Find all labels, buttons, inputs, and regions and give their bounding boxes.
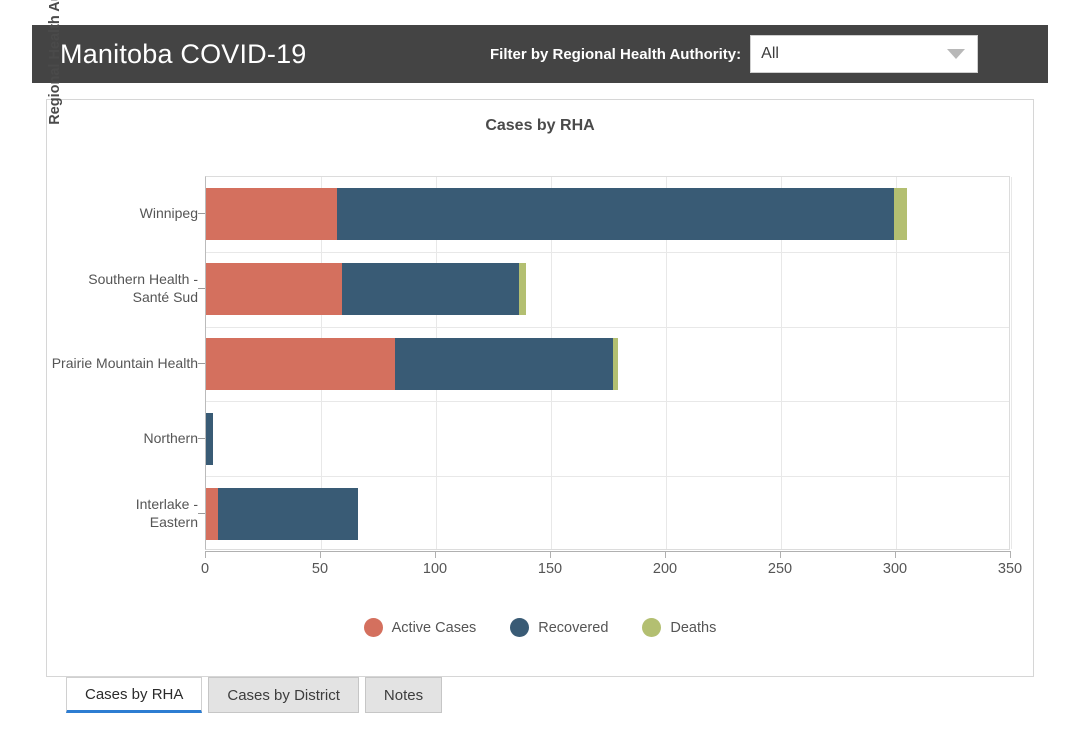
bar-row[interactable]	[206, 487, 358, 540]
tab-notes[interactable]: Notes	[364, 677, 443, 713]
bar-row[interactable]	[206, 188, 908, 241]
legend-swatch-icon	[642, 618, 662, 637]
legend-item[interactable]: Active Cases	[363, 618, 477, 637]
row-separator	[206, 401, 1009, 403]
plot-area	[205, 176, 1012, 550]
app-title: Manitoba COVID-19	[60, 38, 307, 69]
row-separator	[206, 476, 1009, 478]
legend-label: Recovered	[538, 619, 609, 636]
y-axis-title: Regional Health Authorities	[47, 0, 63, 125]
x-axis-tick-mark	[1010, 551, 1011, 558]
x-axis-tick-mark	[780, 551, 781, 558]
y-axis-tick-mark	[198, 213, 205, 215]
x-axis-tick-label: 100	[422, 561, 448, 577]
x-axis-tick-mark	[550, 551, 551, 558]
bar-row[interactable]	[206, 412, 213, 465]
y-axis-tick-label: Northern	[143, 429, 198, 446]
x-axis-tick-label: 50	[311, 561, 329, 577]
tab-cases-by-district[interactable]: Cases by District	[208, 677, 359, 713]
dashboard-root: Manitoba COVID-19 Filter by Regional Hea…	[0, 0, 1080, 755]
bar-segment-recovered[interactable]	[341, 263, 519, 316]
rha-filter-select[interactable]: All	[750, 35, 979, 73]
x-axis-tick-mark	[665, 551, 666, 558]
rha-filter-label: Filter by Regional Health Authority:	[490, 45, 742, 63]
bar-segment-recovered[interactable]	[206, 412, 213, 465]
x-axis-tick-label: 350	[997, 561, 1023, 577]
bar-segment-active-cases[interactable]	[206, 338, 395, 390]
rha-filter: Filter by Regional Health Authority: All	[490, 25, 979, 83]
legend-label: Deaths	[670, 619, 717, 636]
y-axis-tick-mark	[198, 288, 205, 290]
bar-segment-deaths[interactable]	[893, 188, 908, 241]
x-axis-tick-mark	[320, 551, 321, 558]
row-separator	[206, 251, 1009, 253]
x-axis-tick-label: 0	[200, 561, 210, 577]
tab-bar: Cases by RHA Cases by District Notes	[66, 673, 448, 713]
chevron-down-icon	[947, 49, 966, 59]
gridline	[1011, 177, 1012, 549]
legend-swatch-icon	[363, 618, 383, 637]
bar-segment-active-cases[interactable]	[206, 188, 338, 241]
app-header: Manitoba COVID-19 Filter by Regional Hea…	[32, 25, 1048, 83]
bar-segment-deaths[interactable]	[518, 263, 526, 316]
x-axis-tick-mark	[205, 551, 206, 558]
x-axis-tick-label: 150	[537, 561, 563, 577]
legend-item[interactable]: Recovered	[510, 618, 608, 637]
x-axis-tick-label: 300	[882, 561, 908, 577]
row-separator	[206, 326, 1009, 328]
y-axis-tick-mark	[198, 363, 205, 364]
bar-segment-deaths[interactable]	[613, 338, 618, 390]
y-axis-tick-label: Prairie Mountain Health	[51, 354, 198, 371]
chart-legend: Active Cases Recovered Deaths	[0, 618, 1080, 637]
x-axis-tick-label: 200	[652, 561, 678, 577]
bar-segment-recovered[interactable]	[217, 487, 358, 540]
y-axis-tick-labels: Winnipeg Southern Health - Santé Sud Prair…	[40, 176, 205, 550]
bar-row[interactable]	[206, 338, 618, 390]
bar-segment-recovered[interactable]	[337, 188, 894, 241]
rha-filter-value: All	[761, 45, 779, 62]
legend-label: Active Cases	[391, 619, 477, 636]
y-axis-tick-label: Interlake - Eastern	[135, 495, 198, 530]
bar-row[interactable]	[206, 263, 526, 316]
legend-swatch-icon	[510, 618, 530, 637]
x-axis-tick-mark	[895, 551, 896, 558]
y-axis-tick-label: Southern Health - Santé Sud	[88, 271, 198, 306]
tab-cases-by-rha[interactable]: Cases by RHA	[66, 677, 203, 713]
y-axis-tick-mark	[198, 437, 205, 439]
x-axis-tick-label: 250	[767, 561, 793, 577]
bar-segment-recovered[interactable]	[394, 338, 614, 390]
legend-item[interactable]: Deaths	[642, 618, 716, 637]
x-axis-line	[205, 551, 1011, 552]
y-axis-tick-mark	[198, 512, 205, 514]
bar-segment-active-cases[interactable]	[206, 263, 342, 316]
x-axis-tick-mark	[435, 551, 436, 558]
y-axis-tick-label: Winnipeg	[139, 205, 198, 222]
chart-title: Cases by RHA	[485, 117, 595, 134]
bar-segment-active-cases[interactable]	[206, 487, 218, 540]
